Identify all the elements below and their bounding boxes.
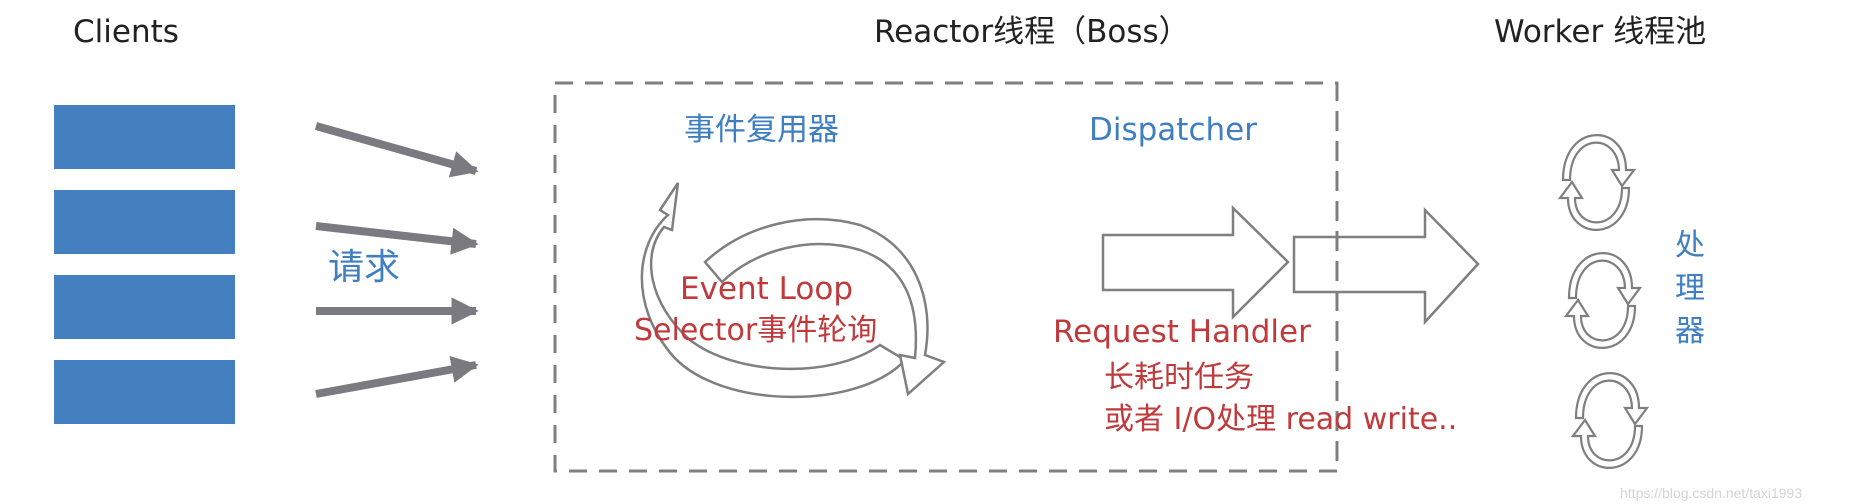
- request-label: 请求: [328, 247, 401, 288]
- selector-label: Selector事件轮询: [634, 313, 878, 348]
- event-loop-label: Event Loop: [680, 271, 853, 307]
- io-handling-label: 或者 I/O处理 read write..: [1104, 402, 1458, 437]
- processor-cycle-icon: [1563, 252, 1643, 349]
- dispatcher-label: Dispatcher: [1089, 112, 1257, 148]
- processor-cycle-icon: [1570, 372, 1650, 469]
- multiplexer-label: 事件复用器: [684, 112, 839, 148]
- long-task-label: 长耗时任务: [1104, 360, 1254, 395]
- diagram-canvas: [314, 81, 1650, 473]
- processor-label-char: 器: [1675, 314, 1705, 349]
- processor-label-char: 处: [1675, 228, 1705, 263]
- processor-cycle-icon: [1557, 134, 1637, 231]
- request-handler-label: Request Handler: [1053, 314, 1311, 350]
- request-arrow-icon: [315, 222, 479, 255]
- request-arrow-icon: [315, 355, 479, 398]
- processor-label-char: 理: [1675, 271, 1705, 306]
- request-arrow-icon: [314, 122, 479, 178]
- dispatch-arrow-icon: [1101, 205, 1290, 321]
- dispatch-to-worker-arrow-icon: [1292, 206, 1480, 326]
- processor-label: 处 理 器: [1670, 224, 1710, 353]
- watermark: https://blog.csdn.net/taxi1993: [1620, 485, 1803, 501]
